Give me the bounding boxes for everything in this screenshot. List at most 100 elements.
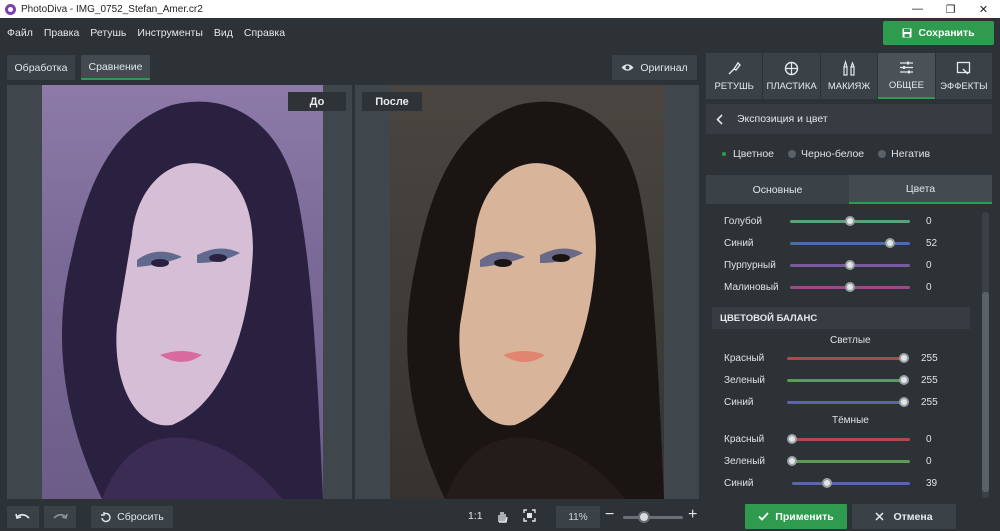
- cyan-slider-row: Голубой 0: [724, 212, 974, 230]
- hand-icon[interactable]: [496, 510, 509, 523]
- zoom-slider-handle[interactable]: [638, 511, 650, 523]
- blue-slider-handle[interactable]: [884, 237, 895, 248]
- window-title: PhotoDiva - IMG_0752_Stefan_Amer.cr2: [21, 3, 203, 15]
- mode-negative[interactable]: Негатив: [878, 148, 930, 160]
- after-photo: [390, 85, 664, 499]
- blue-slider-row: Синий 52: [724, 234, 974, 252]
- purple-slider-track[interactable]: [790, 259, 910, 270]
- eye-icon: [621, 64, 634, 71]
- subtab-colors[interactable]: Цвета: [849, 175, 992, 204]
- light-red-slider-track[interactable]: [787, 352, 909, 363]
- radio-icon: [878, 150, 887, 158]
- color-balance-header: ЦВЕТОВОЙ БАЛАНС: [712, 307, 970, 329]
- zoom-out-button[interactable]: −: [605, 506, 614, 524]
- dark-blue-slider-handle[interactable]: [822, 477, 833, 488]
- panel-scrollbar[interactable]: [982, 212, 989, 498]
- close-button[interactable]: ✕: [967, 0, 1000, 18]
- undo-icon: [15, 513, 30, 519]
- tab-plastic[interactable]: ПЛАСТИКА: [763, 53, 820, 99]
- menu-tools[interactable]: Инструменты: [137, 27, 202, 39]
- fit-screen-icon[interactable]: [523, 509, 536, 522]
- magenta-slider-track[interactable]: [790, 281, 910, 292]
- mode-bw[interactable]: Черно-белое: [788, 148, 864, 160]
- light-green-slider-handle[interactable]: [899, 374, 909, 385]
- tab-general-label: ОБЩЕЕ: [888, 80, 925, 91]
- cyan-slider-handle[interactable]: [845, 215, 855, 226]
- cancel-label: Отмена: [893, 510, 933, 523]
- before-panel: До: [7, 85, 352, 499]
- apply-button[interactable]: Применить: [745, 504, 847, 529]
- light-green-slider-row: Зеленый 255: [724, 371, 974, 389]
- tab-retouch-label: РЕТУШЬ: [714, 81, 754, 92]
- light-red-slider-label: Красный: [724, 352, 765, 364]
- dark-green-slider-track[interactable]: [787, 455, 910, 466]
- subtab-basic[interactable]: Основные: [706, 175, 849, 204]
- menu-file[interactable]: Файл: [7, 27, 33, 39]
- sub-tabs: Основные Цвета: [706, 175, 992, 204]
- purple-slider-handle[interactable]: [845, 259, 855, 270]
- light-blue-slider-value: 255: [921, 396, 938, 408]
- dark-red-slider-track[interactable]: [787, 433, 910, 444]
- dark-blue-slider-track[interactable]: [792, 477, 910, 488]
- reset-label: Сбросить: [117, 511, 164, 523]
- save-button[interactable]: Сохранить: [883, 21, 994, 45]
- section-header[interactable]: Экспозиция и цвет: [706, 104, 992, 134]
- tab-general[interactable]: ОБЩЕЕ: [878, 53, 935, 99]
- tab-effects[interactable]: ЭФФЕКТЫ: [935, 53, 993, 99]
- light-red-slider-value: 255: [921, 352, 938, 364]
- dark-red-slider-handle[interactable]: [787, 433, 797, 444]
- blue-slider-label: Синий: [724, 237, 754, 249]
- light-blue-slider-handle[interactable]: [899, 396, 909, 407]
- menu-help[interactable]: Справка: [244, 27, 285, 39]
- light-red-slider-handle[interactable]: [899, 352, 909, 363]
- menu-retouch[interactable]: Ретушь: [90, 27, 126, 39]
- zoom-level[interactable]: 11%: [556, 506, 600, 528]
- tab-compare[interactable]: Сравнение: [81, 55, 150, 80]
- zoom-slider[interactable]: [623, 516, 683, 519]
- radio-icon: [788, 150, 797, 158]
- magenta-slider-value: 0: [926, 281, 932, 293]
- light-green-slider-track[interactable]: [787, 374, 909, 385]
- reset-button[interactable]: Сбросить: [91, 506, 173, 528]
- purple-slider-value: 0: [926, 259, 932, 271]
- dark-green-slider-label: Зеленый: [724, 455, 765, 467]
- dark-green-slider-handle[interactable]: [787, 455, 797, 466]
- menu-bar: Файл Правка Ретушь Инструменты Вид Справ…: [0, 18, 1000, 48]
- tab-makeup[interactable]: МАКИЯЖ: [820, 53, 878, 99]
- undo-button[interactable]: [7, 506, 39, 528]
- light-blue-slider-track[interactable]: [787, 396, 909, 407]
- scrollbar-thumb[interactable]: [982, 292, 989, 492]
- mode-color-label: Цветное: [733, 148, 775, 160]
- maximize-button[interactable]: ❐: [934, 0, 967, 18]
- redo-icon: [53, 513, 68, 519]
- zoom-in-button[interactable]: +: [688, 506, 697, 524]
- after-panel: После: [355, 85, 699, 499]
- close-icon: [875, 512, 884, 521]
- blue-slider-track[interactable]: [790, 237, 910, 248]
- actual-size-button[interactable]: 1:1: [468, 510, 483, 522]
- tab-processing[interactable]: Обработка: [7, 55, 75, 80]
- original-button[interactable]: Оригинал: [612, 55, 697, 80]
- tab-effects-label: ЭФФЕКТЫ: [940, 81, 988, 92]
- cyan-slider-track[interactable]: [790, 215, 910, 226]
- color-mode-group: Цветное Черно-белое Негатив: [706, 142, 992, 166]
- redo-button[interactable]: [44, 506, 76, 528]
- original-label: Оригинал: [640, 61, 688, 74]
- cyan-slider-value: 0: [926, 215, 932, 227]
- magenta-slider-handle[interactable]: [845, 281, 855, 292]
- effects-icon: [957, 61, 971, 75]
- before-label: До: [288, 92, 346, 111]
- cyan-slider-label: Голубой: [724, 215, 762, 227]
- after-label: После: [362, 92, 422, 111]
- portrait-after-illustration: [407, 101, 664, 499]
- menu-edit[interactable]: Правка: [44, 27, 79, 39]
- menu-view[interactable]: Вид: [214, 27, 233, 39]
- minimize-button[interactable]: —: [901, 0, 934, 18]
- tab-retouch[interactable]: РЕТУШЬ: [706, 53, 763, 99]
- light-green-slider-label: Зеленый: [724, 374, 765, 386]
- dark-green-slider-value: 0: [926, 455, 932, 467]
- apply-label: Применить: [775, 510, 834, 523]
- reset-icon: [101, 511, 111, 522]
- mode-color[interactable]: Цветное: [720, 148, 774, 160]
- cancel-button[interactable]: Отмена: [852, 504, 956, 529]
